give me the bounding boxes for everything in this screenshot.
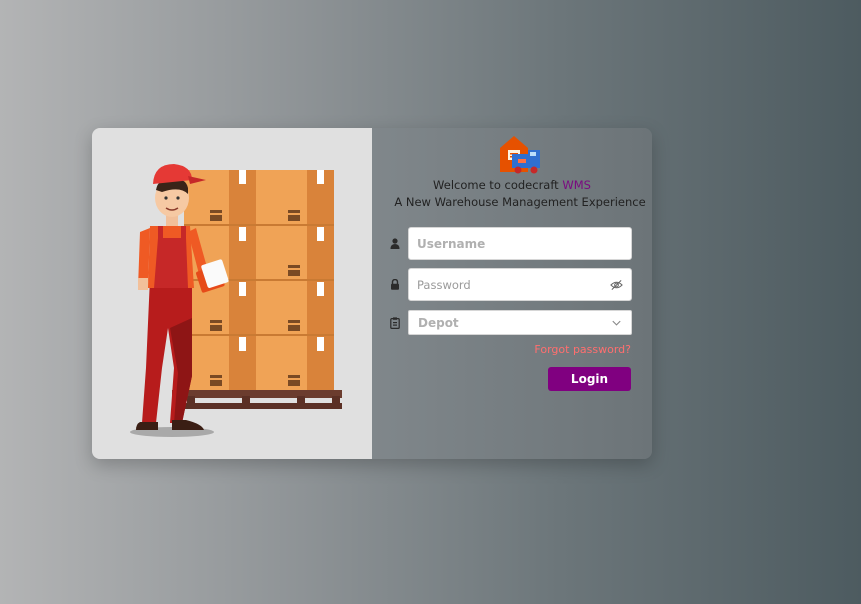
- login-card: Welcome to codecraft WMS A New Warehouse…: [92, 128, 652, 459]
- clipboard-icon: [390, 314, 408, 332]
- illustration-panel: [92, 128, 372, 459]
- username-field-box: [408, 227, 632, 260]
- depot-select[interactable]: Depot: [408, 310, 632, 335]
- username-input[interactable]: [409, 228, 631, 259]
- forgot-password-link[interactable]: Forgot password?: [534, 343, 631, 356]
- lock-icon: [390, 276, 408, 294]
- login-panel: Welcome to codecraft WMS A New Warehouse…: [372, 128, 652, 459]
- brand-name: WMS: [562, 178, 591, 192]
- user-icon: [390, 235, 408, 253]
- welcome-prefix: Welcome to codecraft: [433, 178, 559, 192]
- password-row: [390, 268, 634, 301]
- login-button[interactable]: Login: [548, 367, 631, 391]
- depot-select-placeholder: Depot: [418, 315, 459, 330]
- chevron-down-icon: [612, 320, 621, 326]
- password-field-box: [408, 268, 632, 301]
- password-input[interactable]: [409, 269, 631, 300]
- welcome-heading: Welcome to codecraft WMS: [372, 178, 652, 192]
- username-row: [390, 227, 634, 260]
- warehouse-truck-icon: [500, 136, 540, 174]
- depot-row: Depot: [390, 310, 634, 335]
- eye-slash-icon[interactable]: [610, 278, 623, 291]
- warehouse-worker-illustration: [130, 164, 342, 437]
- app-subtitle: A New Warehouse Management Experience: [394, 195, 646, 209]
